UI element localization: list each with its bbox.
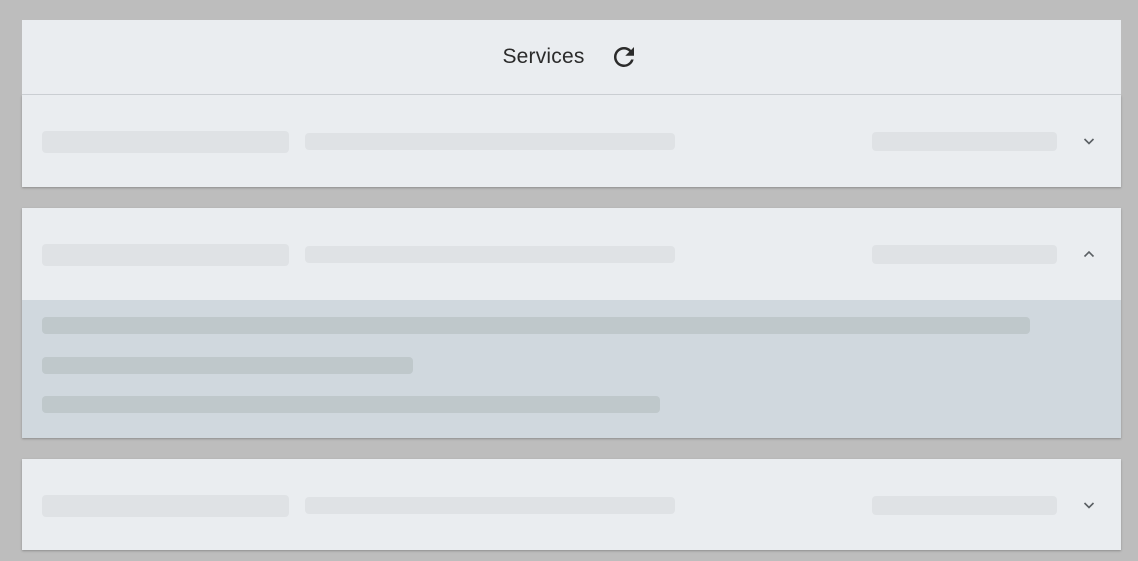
page-title: Services [502,45,585,68]
service-status-placeholder [872,245,1057,264]
refresh-button[interactable] [607,40,641,74]
collapse-button[interactable] [1076,241,1102,267]
expand-button[interactable] [1076,492,1102,518]
service-description-placeholder [305,497,675,514]
detail-line-placeholder [42,357,413,374]
detail-line-placeholder [42,396,660,413]
service-name-placeholder [42,495,289,517]
refresh-icon [613,46,634,67]
service-row[interactable] [22,208,1121,438]
service-row[interactable] [22,95,1121,187]
chevron-down-icon [1083,502,1095,509]
service-status-placeholder [872,496,1057,515]
detail-line-placeholder [42,317,1030,334]
chevron-up-icon [1083,250,1095,258]
service-description-placeholder [305,133,675,150]
service-name-placeholder [42,244,289,266]
chevron-down-icon [1083,138,1095,145]
service-name-placeholder [42,131,289,153]
service-status-placeholder [872,132,1057,151]
service-row-header[interactable] [22,95,1121,187]
services-header: Services [22,20,1121,95]
service-description-placeholder [305,246,675,263]
service-row[interactable] [22,459,1121,550]
service-row-header[interactable] [22,208,1121,300]
expand-button[interactable] [1076,128,1102,154]
service-row-header[interactable] [22,459,1121,551]
service-details-panel [22,300,1121,438]
